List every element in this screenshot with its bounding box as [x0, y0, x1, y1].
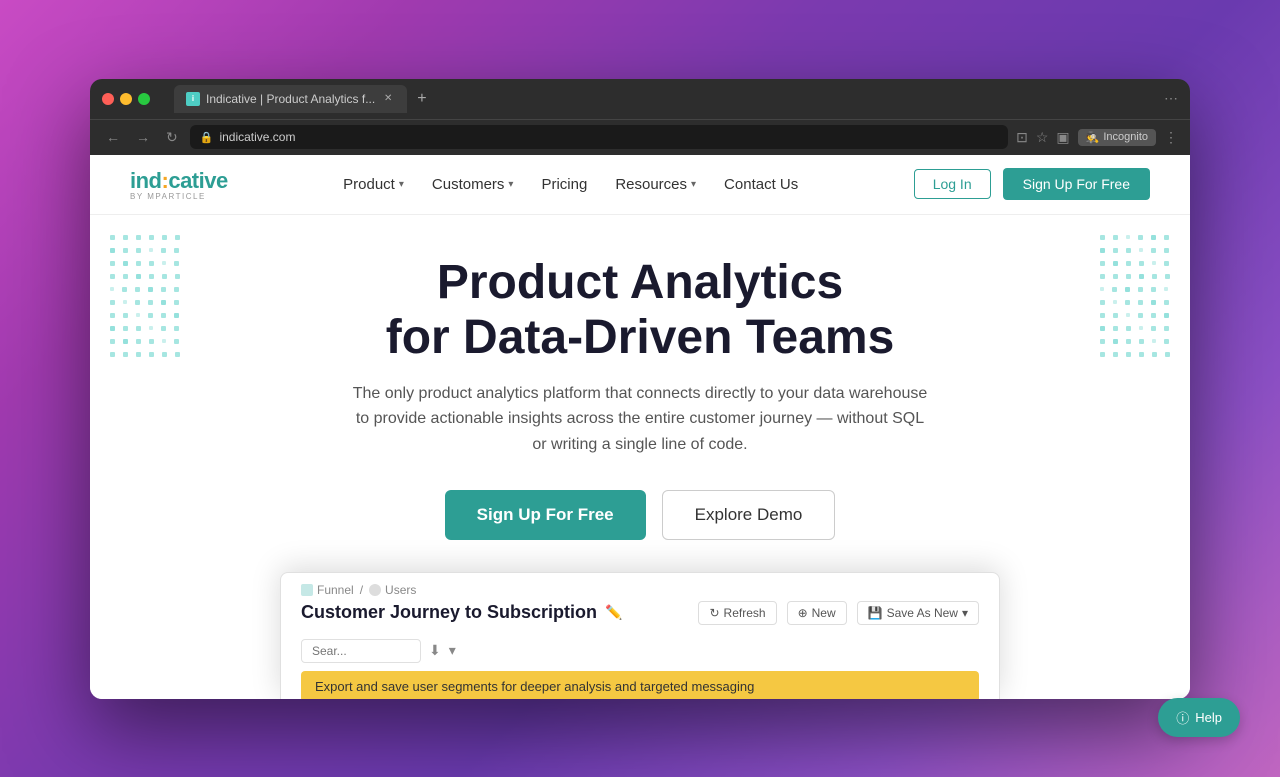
- hero-cta-row: Sign Up For Free Explore Demo: [445, 490, 836, 540]
- sidebar-icon[interactable]: ▣: [1056, 129, 1069, 146]
- more-options-icon[interactable]: ▾: [449, 642, 456, 659]
- hero-section: Product Analytics for Data-Driven Teams …: [90, 215, 1190, 699]
- save-icon: 💾: [868, 606, 883, 620]
- signup-button[interactable]: Sign Up For Free: [1003, 168, 1150, 200]
- help-button[interactable]: ⓘ Help: [1158, 698, 1240, 737]
- fullscreen-button[interactable]: [138, 93, 150, 105]
- traffic-lights: [102, 93, 150, 105]
- login-button[interactable]: Log In: [914, 169, 991, 199]
- logo-subtitle: BY MPARTICLE: [130, 192, 228, 201]
- nav-pricing[interactable]: Pricing: [541, 176, 587, 193]
- logo-text: ind:cative: [130, 168, 228, 194]
- browser-toolbar: ← → ↻ 🔒 indicative.com ⊡ ☆ ▣ 🕵 Incognito…: [90, 119, 1190, 155]
- nav-actions: Log In Sign Up For Free: [914, 168, 1150, 200]
- demo-search-input[interactable]: [301, 639, 421, 663]
- toolbar-actions: ⊡ ☆ ▣ 🕵 Incognito ⋮: [1016, 129, 1178, 146]
- dot-grid-left: [110, 235, 180, 365]
- breadcrumb-funnel: Funnel: [301, 583, 354, 597]
- save-chevron-icon: ▾: [962, 606, 968, 620]
- demo-chart-title: Customer Journey to Subscription ✏️: [301, 602, 622, 623]
- active-tab[interactable]: i Indicative | Product Analytics f... ✕: [174, 85, 407, 113]
- browser-window: i Indicative | Product Analytics f... ✕ …: [90, 79, 1190, 699]
- site-navigation: ind:cative BY MPARTICLE Product ▾ Custom…: [90, 155, 1190, 215]
- forward-button[interactable]: →: [132, 127, 154, 147]
- nav-contact[interactable]: Contact Us: [724, 176, 798, 193]
- resources-chevron-icon: ▾: [691, 179, 696, 190]
- tab-close-button[interactable]: ✕: [381, 92, 395, 106]
- incognito-label: Incognito: [1103, 131, 1148, 143]
- help-label: Help: [1195, 710, 1222, 725]
- demo-search-bar: ⬇ ▾: [281, 635, 999, 671]
- customers-chevron-icon: ▾: [508, 179, 513, 190]
- website-content: ind:cative BY MPARTICLE Product ▾ Custom…: [90, 155, 1190, 699]
- funnel-icon: [301, 584, 313, 596]
- tab-bar: i Indicative | Product Analytics f... ✕ …: [174, 85, 1156, 113]
- demo-title-actions: ↻ Refresh ⊕ New 💾 Save As New ▾: [698, 601, 979, 625]
- incognito-icon: 🕵: [1086, 131, 1100, 144]
- nav-links: Product ▾ Customers ▾ Pricing Resources …: [343, 176, 798, 193]
- edit-icon[interactable]: ✏️: [605, 604, 622, 621]
- hero-title: Product Analytics for Data-Driven Teams: [386, 255, 895, 365]
- tab-favicon: i: [186, 92, 200, 106]
- product-chevron-icon: ▾: [399, 179, 404, 190]
- nav-product[interactable]: Product ▾: [343, 176, 404, 193]
- minimize-button[interactable]: [120, 93, 132, 105]
- incognito-badge: 🕵 Incognito: [1078, 129, 1156, 146]
- window-controls-icon[interactable]: ⋯: [1164, 90, 1178, 107]
- save-as-new-button[interactable]: 💾 Save As New ▾: [857, 601, 979, 625]
- address-bar[interactable]: 🔒 indicative.com: [190, 125, 1008, 149]
- tab-title: Indicative | Product Analytics f...: [206, 92, 375, 106]
- bookmark-icon[interactable]: ☆: [1036, 129, 1049, 146]
- browser-titlebar: i Indicative | Product Analytics f... ✕ …: [90, 79, 1190, 119]
- refresh-button[interactable]: ↻ Refresh: [698, 601, 776, 625]
- demo-title-row: Customer Journey to Subscription ✏️ ↻ Re…: [281, 601, 999, 635]
- dot-grid-right: [1100, 235, 1170, 365]
- demo-banner: Export and save user segments for deeper…: [301, 671, 979, 699]
- download-icon[interactable]: ⬇: [429, 642, 441, 659]
- nav-customers[interactable]: Customers ▾: [432, 176, 514, 193]
- demo-container: Funnel / Users Customer Journey to Subsc…: [280, 572, 1000, 699]
- breadcrumb-users: Users: [369, 583, 416, 597]
- help-icon: ⓘ: [1176, 708, 1189, 727]
- demo-breadcrumb: Funnel / Users: [281, 573, 999, 601]
- reload-button[interactable]: ↻: [162, 127, 182, 148]
- menu-icon[interactable]: ⋮: [1164, 129, 1178, 146]
- new-button[interactable]: ⊕ New: [787, 601, 847, 625]
- hero-subtitle: The only product analytics platform that…: [350, 381, 930, 458]
- cast-icon[interactable]: ⊡: [1016, 129, 1028, 146]
- site-logo[interactable]: ind:cative BY MPARTICLE: [130, 168, 228, 201]
- users-icon: [369, 584, 381, 596]
- plus-icon: ⊕: [798, 606, 808, 620]
- nav-resources[interactable]: Resources ▾: [615, 176, 696, 193]
- new-tab-button[interactable]: +: [411, 90, 432, 108]
- close-button[interactable]: [102, 93, 114, 105]
- cta-signup-button[interactable]: Sign Up For Free: [445, 490, 646, 540]
- back-button[interactable]: ←: [102, 127, 124, 147]
- security-icon: 🔒: [200, 131, 214, 144]
- cta-demo-button[interactable]: Explore Demo: [662, 490, 836, 540]
- url-display: indicative.com: [219, 130, 295, 144]
- refresh-icon: ↻: [709, 606, 719, 620]
